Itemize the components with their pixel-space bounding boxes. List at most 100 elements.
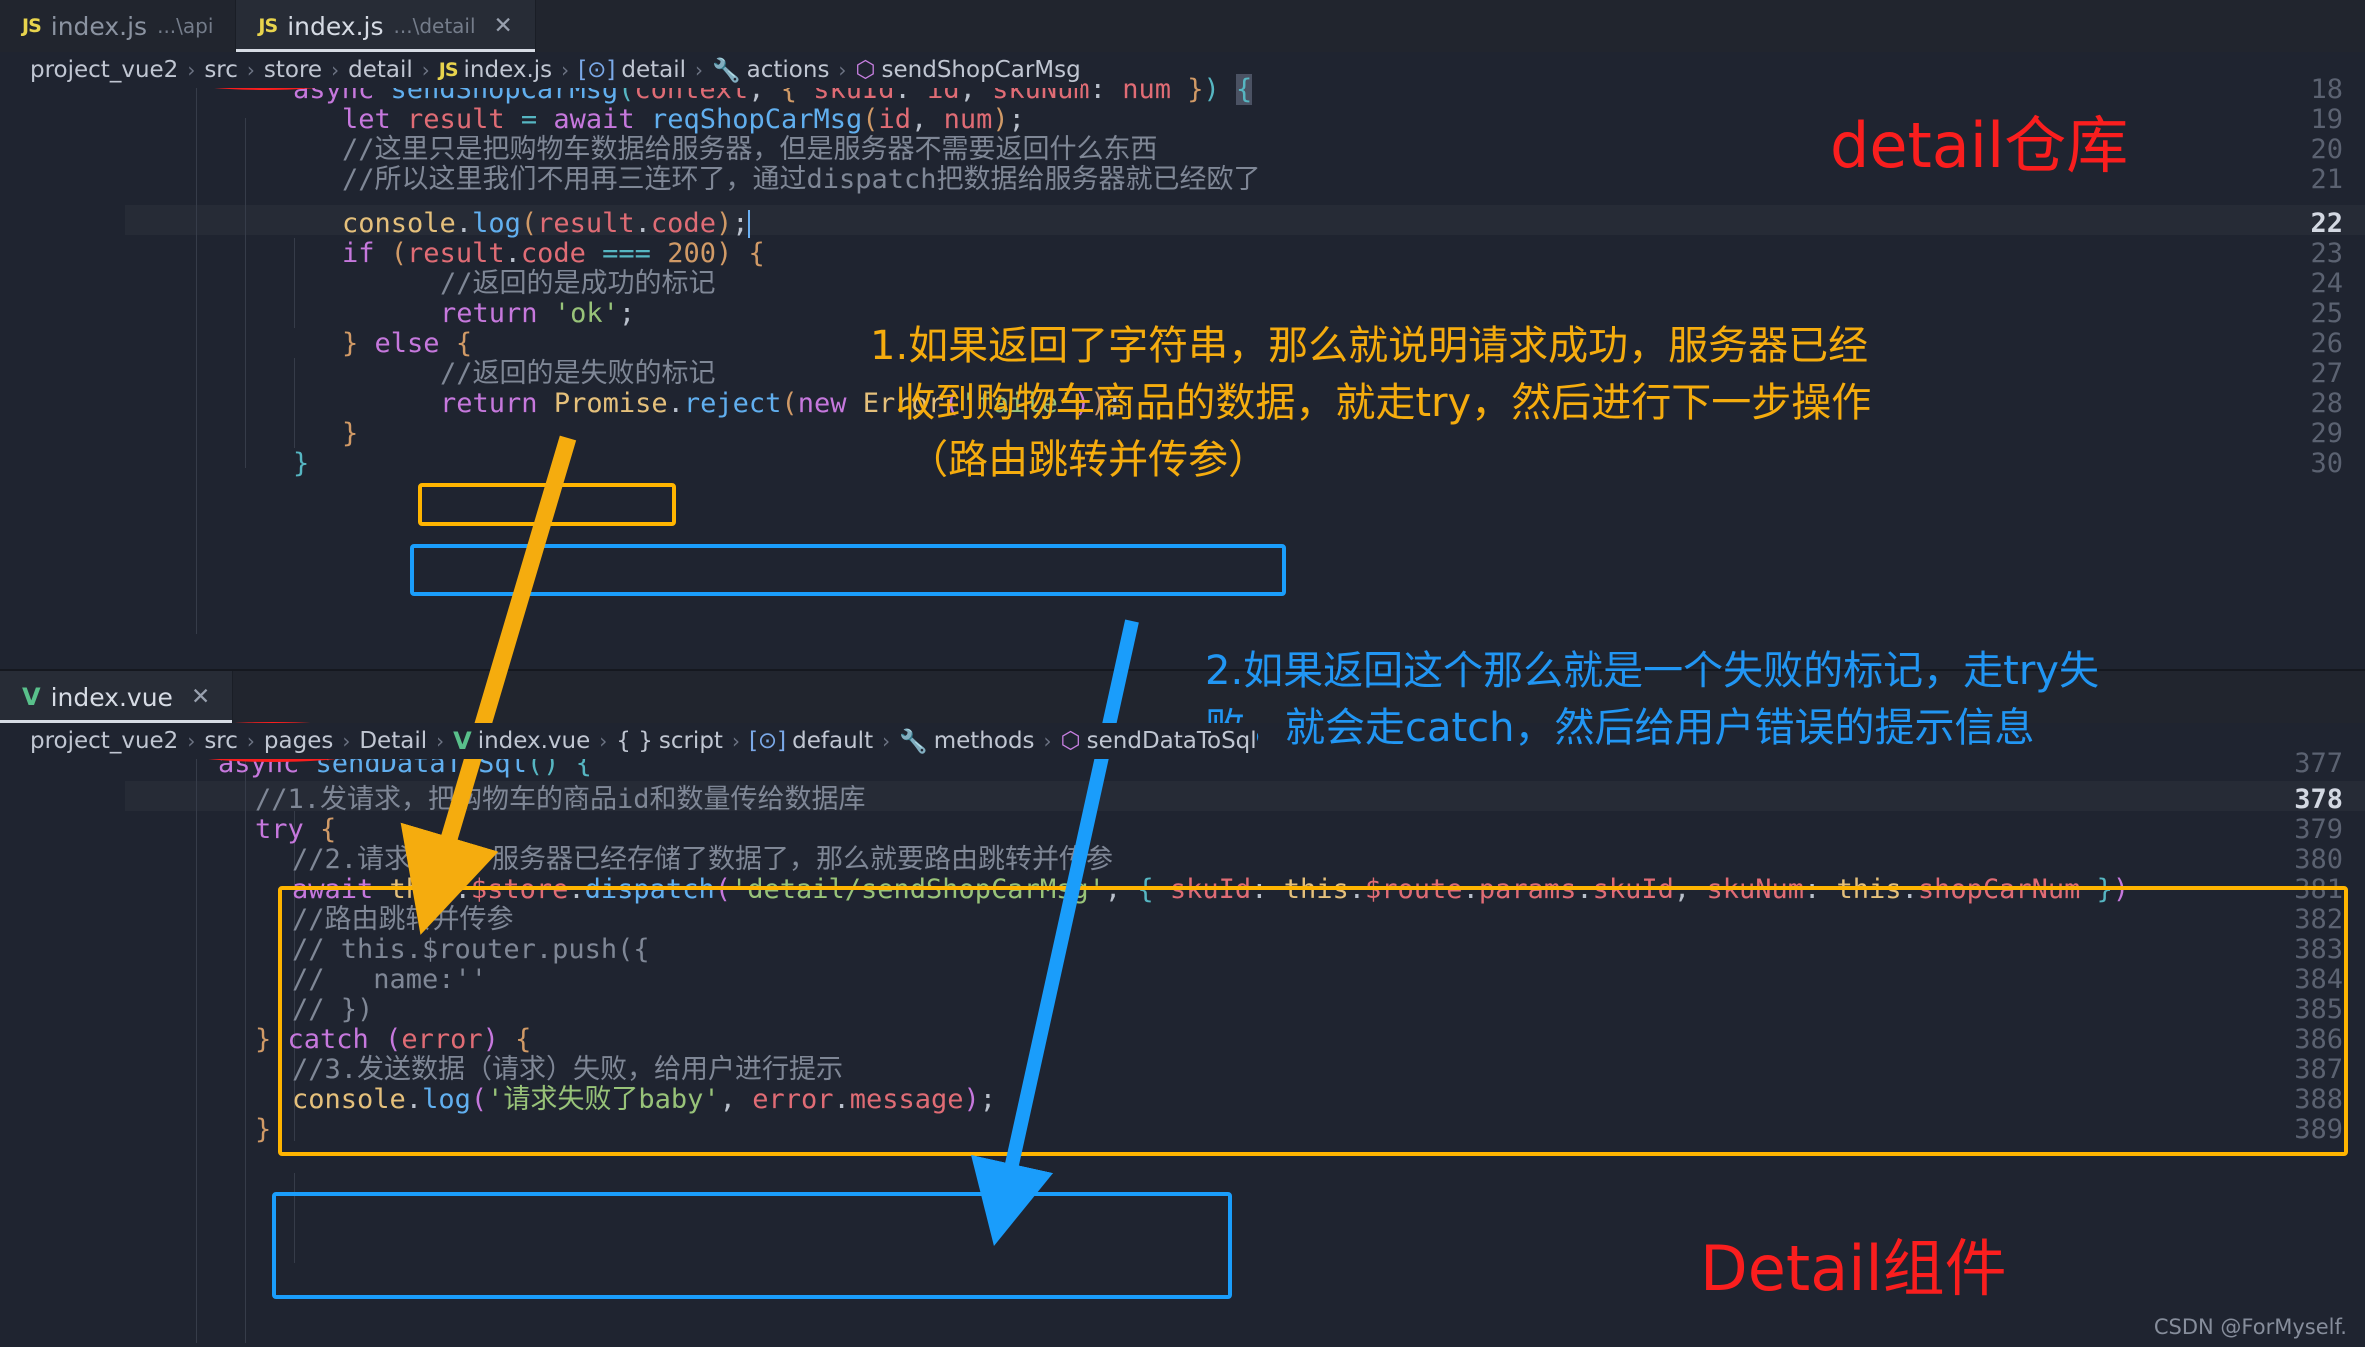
chevron-right-icon: › xyxy=(436,729,445,753)
bottom-editor-gutter xyxy=(0,753,125,1347)
top-editor-breadcrumb: project_vue2 › src › store › detail › JS… xyxy=(0,52,1081,88)
breadcrumb-item-project[interactable]: project_vue2 xyxy=(30,728,178,754)
line-number: 19 xyxy=(2310,104,2343,135)
code-line-27: //返回的是失败的标记 xyxy=(440,358,716,389)
chevron-right-icon: › xyxy=(1043,729,1052,753)
braces-icon: { } xyxy=(616,728,653,754)
annotation-note-1: 1.如果返回了字符串，那么就说明请求成功，服务器已经 收到购物车商品的数据，就走… xyxy=(870,323,1872,483)
tab-filename: index.js xyxy=(50,11,148,41)
code-line-26: } else { xyxy=(342,328,473,359)
js-file-icon: JS xyxy=(22,15,42,37)
annotation-note-2: 2.如果返回这个那么就是一个失败的标记，走try失 败，就会走catch，然后给… xyxy=(1205,648,2099,751)
line-number: 18 xyxy=(2310,74,2343,105)
code-line-379: try { xyxy=(255,814,337,845)
breadcrumb-item-actions[interactable]: actions xyxy=(747,57,830,83)
blue-box-promise-reject xyxy=(410,544,1286,596)
code-line-21: //所以这里我们不用再三连环了，通过dispatch把数据给服务器就已经欧了 xyxy=(342,164,1261,195)
line-number: 22 xyxy=(2310,208,2343,239)
breadcrumb-item-src[interactable]: src xyxy=(204,57,238,83)
vscode-window: JS index.js ...\api JS index.js ...\deta… xyxy=(0,0,2365,1347)
chevron-right-icon: › xyxy=(246,729,255,753)
property-icon: 🔧 xyxy=(712,57,741,84)
breadcrumb-item-methods[interactable]: methods xyxy=(934,728,1035,754)
code-line-24: //返回的是成功的标记 xyxy=(440,268,716,299)
chevron-right-icon: › xyxy=(187,58,196,82)
tab-filename: index.vue xyxy=(50,682,173,712)
tab-index-js-detail[interactable]: JS index.js ...\detail ✕ xyxy=(236,0,536,52)
breadcrumb-item-Detail[interactable]: Detail xyxy=(359,728,427,754)
code-line-23: if (result.code === 200) { xyxy=(342,238,765,269)
line-number: 378 xyxy=(2294,784,2343,815)
chevron-right-icon: › xyxy=(246,58,255,82)
chevron-right-icon: › xyxy=(421,58,430,82)
chevron-right-icon: › xyxy=(695,58,703,82)
line-number: 26 xyxy=(2310,328,2343,359)
code-line-30: } xyxy=(293,448,310,479)
vue-file-icon: V xyxy=(453,727,472,755)
code-line-389: } xyxy=(255,1114,272,1145)
breadcrumb-item-src[interactable]: src xyxy=(204,728,238,754)
module-icon: [⊙] xyxy=(578,57,616,83)
tab-index-vue[interactable]: V index.vue ✕ xyxy=(0,671,234,723)
line-number: 24 xyxy=(2310,268,2343,299)
breadcrumb-item-store[interactable]: store xyxy=(264,57,322,83)
breadcrumb-item-indexvue[interactable]: index.vue xyxy=(478,728,591,754)
chevron-right-icon: › xyxy=(838,58,847,82)
label-detail-store: detail仓库 xyxy=(1830,109,2129,182)
breadcrumb-item-sendShopCarMsg[interactable]: sendShopCarMsg xyxy=(882,57,1081,83)
property-icon: 🔧 xyxy=(899,728,928,755)
line-number: 29 xyxy=(2310,418,2343,449)
bottom-editor-breadcrumb: project_vue2 › src › pages › Detail › V … xyxy=(0,723,1257,759)
chevron-right-icon: › xyxy=(187,729,196,753)
breadcrumb-item-pages[interactable]: pages xyxy=(264,728,333,754)
top-editor-tabbar: JS index.js ...\api JS index.js ...\deta… xyxy=(0,0,2365,52)
close-icon[interactable]: ✕ xyxy=(494,13,513,39)
indent-guide xyxy=(245,118,246,468)
chevron-right-icon: › xyxy=(882,729,891,753)
line-number: 30 xyxy=(2310,448,2343,479)
line-number: 377 xyxy=(2294,748,2343,779)
line-number: 25 xyxy=(2310,298,2343,329)
code-line-22: console.log(result.code); xyxy=(342,208,751,239)
breadcrumb-item-detail[interactable]: detail xyxy=(348,57,413,83)
blue-box-catch-block xyxy=(272,1192,1232,1299)
code-line-380: //2.请求成功，服务器已经存储了数据了，那么就要路由跳转并传参 xyxy=(292,844,1114,875)
indent-guide xyxy=(245,753,246,1343)
orange-box-try-block xyxy=(278,886,2348,1156)
indent-guide xyxy=(294,238,295,328)
code-line-29: } xyxy=(342,418,359,449)
line-number: 21 xyxy=(2310,164,2343,195)
indent-guide xyxy=(294,358,295,448)
chevron-right-icon: › xyxy=(599,729,608,753)
vue-file-icon: V xyxy=(22,683,41,711)
line-number: 380 xyxy=(2294,844,2343,875)
breadcrumb-item-indexjs[interactable]: index.js xyxy=(464,57,553,83)
line-number: 379 xyxy=(2294,814,2343,845)
method-icon: ⬡ xyxy=(855,57,876,83)
tab-index-js-api[interactable]: JS index.js ...\api xyxy=(0,0,237,52)
method-icon: ⬡ xyxy=(1060,728,1081,754)
chevron-right-icon: › xyxy=(342,729,351,753)
csdn-watermark: CSDN @ForMyself. xyxy=(2153,1315,2347,1339)
breadcrumb-item-sendDataToSql[interactable]: sendDataToSql xyxy=(1087,728,1257,754)
breadcrumb-item-default[interactable]: default xyxy=(792,728,873,754)
breadcrumb-item-project[interactable]: project_vue2 xyxy=(30,57,178,83)
label-detail-component: Detail组件 xyxy=(1700,1232,2007,1305)
code-line-378: //1.发请求，把购物车的商品id和数量传给数据库 xyxy=(255,784,866,815)
indent-guide xyxy=(196,88,197,634)
tab-filepath: ...\detail xyxy=(393,14,476,38)
code-line-20: //这里只是把购物车数据给服务器，但是服务器不需要返回什么东西 xyxy=(342,134,1158,165)
line-number: 27 xyxy=(2310,358,2343,389)
line-number: 20 xyxy=(2310,134,2343,165)
line-number: 28 xyxy=(2310,388,2343,419)
module-icon: [⊙] xyxy=(748,728,787,754)
tab-filepath: ...\api xyxy=(157,14,214,38)
breadcrumb-item-script[interactable]: script xyxy=(659,728,723,754)
close-icon[interactable]: ✕ xyxy=(191,684,210,710)
top-editor-gutter xyxy=(0,88,125,640)
line-number: 23 xyxy=(2310,238,2343,269)
code-line-19: let result = await reqShopCarMsg(id, num… xyxy=(342,104,1025,135)
breadcrumb-item-detail-module[interactable]: detail xyxy=(621,57,686,83)
chevron-right-icon: › xyxy=(561,58,570,82)
js-file-icon: JS xyxy=(438,59,459,81)
